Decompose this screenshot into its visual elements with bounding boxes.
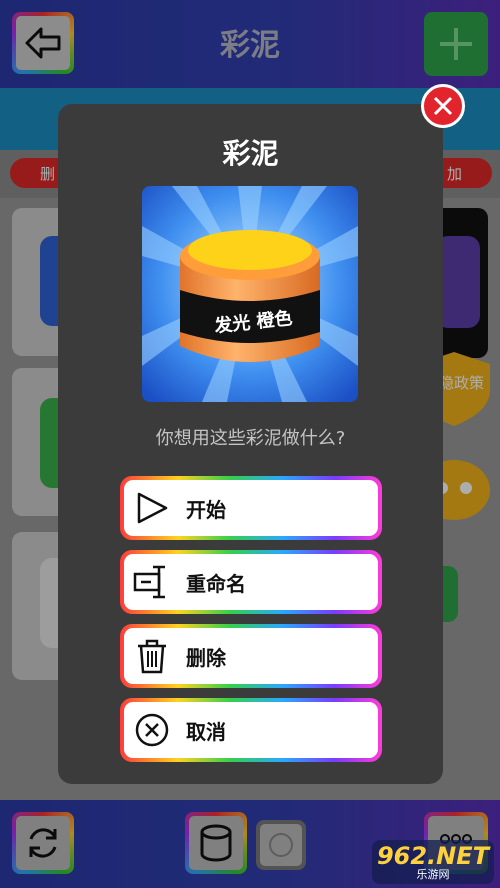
- glowing-orange-jar-image: 发光 橙色: [142, 186, 358, 402]
- watermark-logo: 962.NET 乐游网: [372, 840, 494, 884]
- start-button[interactable]: 开始: [120, 476, 382, 540]
- slime-action-dialog: 彩泥 发光 橙色 你想用这些彩泥做什么? 开始 重命名 删除 取消: [58, 104, 443, 784]
- dialog-title: 彩泥: [222, 137, 279, 170]
- cancel-circle-x-icon: [135, 713, 169, 747]
- play-icon: [137, 492, 168, 524]
- start-label: 开始: [186, 497, 226, 522]
- rename-cursor-icon: [133, 565, 165, 599]
- close-icon: [433, 96, 453, 116]
- watermark-sub: 乐游网: [416, 867, 450, 881]
- close-dialog-button[interactable]: [421, 84, 465, 128]
- cancel-button[interactable]: 取消: [120, 698, 382, 762]
- rename-button[interactable]: 重命名: [120, 550, 382, 614]
- delete-label: 删除: [186, 645, 226, 670]
- rename-label: 重命名: [186, 571, 246, 596]
- trash-icon: [138, 639, 166, 674]
- cancel-label: 取消: [186, 719, 226, 744]
- watermark-main: 962.NET: [376, 841, 490, 870]
- dialog-question: 你想用这些彩泥做什么?: [155, 428, 346, 449]
- delete-button[interactable]: 删除: [120, 624, 382, 688]
- slime-jar-preview: 发光 橙色: [142, 186, 358, 402]
